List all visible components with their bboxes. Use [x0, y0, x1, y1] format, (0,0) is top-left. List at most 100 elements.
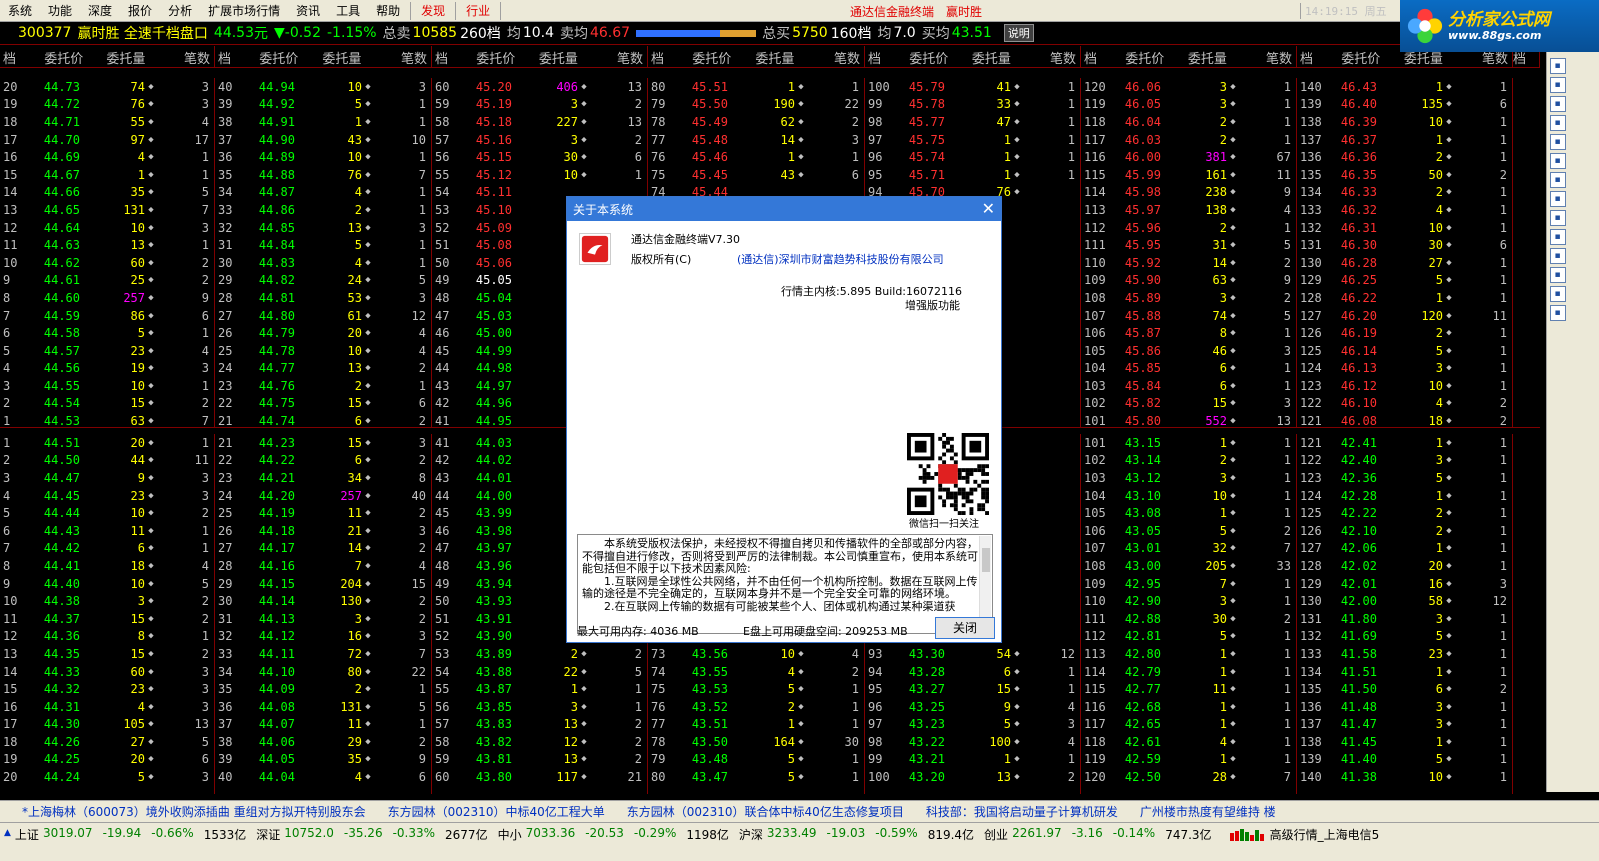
order-count: 7: [201, 202, 209, 217]
level: 139: [1300, 752, 1322, 767]
ticker-news-item[interactable]: *上海梅林（600073）境外收购添插曲 重组对方拟开特别股东会: [22, 803, 366, 820]
depth-marker: ◆: [365, 363, 371, 374]
menu-red-item-1[interactable]: 行业: [458, 2, 498, 19]
order-row: 25 44.19 11 ◆ 2: [215, 504, 431, 522]
toolbar-icon[interactable]: ▪: [1549, 210, 1566, 226]
level: 48: [435, 290, 450, 305]
toolbar-icon[interactable]: ▪: [1549, 267, 1566, 283]
depth-marker: ◆: [1230, 169, 1236, 180]
price: 44.20: [258, 488, 295, 503]
index-item[interactable]: 创业 2261.97 -3.16 -0.14% 747.3亿: [984, 826, 1216, 843]
order-row: 80 43.47 5 ◆ 1: [648, 768, 864, 786]
price: 44.40: [43, 576, 80, 591]
order-row: 39 44.05 35 ◆ 9: [215, 751, 431, 769]
price: 45.92: [1124, 255, 1161, 270]
license-textbox[interactable]: 本系统受版权法保护，未经授权不得擅自拷贝和传播软件的全部或部分内容，不得擅自进行…: [577, 534, 993, 634]
level: 95: [868, 167, 883, 182]
toolbar-icon[interactable]: ▪: [1549, 172, 1566, 188]
index-pct: -0.66%: [151, 826, 194, 840]
order-row: 34 44.10 80 ◆ 22: [215, 663, 431, 681]
price: 45.19: [475, 97, 512, 112]
order-row: 36 44.08 131 ◆ 5: [215, 698, 431, 716]
menu-item-7[interactable]: 工具: [328, 2, 368, 19]
level: 133: [1300, 202, 1322, 217]
order-row: 97 45.75 1 ◆ 1: [865, 131, 1080, 149]
menu-item-4[interactable]: 分析: [160, 2, 200, 19]
level: 105: [1084, 343, 1106, 358]
quantity: 10: [130, 506, 145, 521]
depth-marker: ◆: [148, 222, 154, 233]
order-count: 4: [1067, 734, 1075, 749]
depth-marker: ◆: [798, 666, 804, 677]
toolbar-icon[interactable]: ▪: [1549, 58, 1566, 74]
order-count: 12: [1492, 594, 1507, 609]
menu-red-item-0[interactable]: 发现: [413, 2, 453, 19]
scrollbar-thumb[interactable]: [982, 548, 990, 572]
quantity: 72: [347, 646, 362, 661]
price: 45.49: [691, 114, 728, 129]
disk-info: E盘上可用硬盘空间: 209253 MB: [743, 625, 908, 638]
toolbar-icon[interactable]: ▪: [1549, 115, 1566, 131]
menu-item-1[interactable]: 功能: [40, 2, 80, 19]
explain-button[interactable]: 说明: [1003, 24, 1034, 42]
ticker-news-item[interactable]: 科技部：我国将启动量子计算机研发: [926, 803, 1118, 820]
price: 43.53: [691, 682, 728, 697]
toolbar-icon[interactable]: ▪: [1549, 96, 1566, 112]
quantity: 1: [1003, 167, 1011, 182]
up-arrow-icon[interactable]: ▲: [4, 828, 11, 843]
order-count: 4: [418, 558, 426, 573]
close-icon[interactable]: ✕: [982, 201, 995, 217]
menu-item-0[interactable]: 系统: [0, 2, 40, 19]
menu-item-8[interactable]: 帮助: [368, 2, 408, 19]
order-count: 3: [418, 629, 426, 644]
toolbar-icon[interactable]: ▪: [1549, 229, 1566, 245]
depth-marker: ◆: [1230, 455, 1236, 466]
order-count: 1: [851, 699, 859, 714]
level: 109: [1084, 273, 1106, 288]
server-status[interactable]: 高级行情_上海电信5: [1270, 826, 1380, 843]
order-row: 25 44.78 10 ◆ 4: [215, 342, 431, 360]
ticker-news-item[interactable]: 广州楼市热度有望维持 楼: [1140, 803, 1276, 820]
toolbar-icon[interactable]: ▪: [1549, 248, 1566, 264]
level: 20: [3, 79, 18, 94]
depth-marker: ◆: [1014, 719, 1020, 730]
order-count: 1: [634, 699, 642, 714]
order-row: 7 44.59 86 ◆ 6: [0, 307, 214, 325]
order-row: 11 44.37 15 ◆ 2: [0, 610, 214, 628]
toolbar-icon[interactable]: ▪: [1549, 305, 1566, 321]
menu-item-3[interactable]: 报价: [120, 2, 160, 19]
breadth-bar: [1249, 834, 1254, 841]
price: 45.46: [691, 150, 728, 165]
header-qty: 委托量: [538, 51, 578, 67]
level: 47: [435, 308, 450, 323]
toolbar-icon[interactable]: ▪: [1549, 134, 1566, 150]
order-count: 4: [1283, 202, 1291, 217]
level: 100: [868, 770, 890, 785]
index-item[interactable]: 上证 3019.07 -19.94 -0.66% 1533亿: [15, 826, 250, 843]
ticker-news-item[interactable]: 东方园林（002310）联合体中标40亿生态修复项目: [627, 803, 904, 820]
price: 44.07: [258, 717, 295, 732]
index-item[interactable]: 沪深 3233.49 -19.03 -0.59% 819.4亿: [739, 826, 978, 843]
depth-marker: ◆: [581, 116, 587, 127]
menu-item-2[interactable]: 深度: [80, 2, 120, 19]
toolbar-icon[interactable]: ▪: [1549, 77, 1566, 93]
toolbar-icon[interactable]: ▪: [1549, 191, 1566, 207]
order-count: 1: [1499, 488, 1507, 503]
price: 44.01: [475, 470, 512, 485]
menu-item-5[interactable]: 扩展市场行情: [200, 2, 288, 19]
ticker-news-item[interactable]: 东方园林（002310）中标40亿工程大单: [388, 803, 605, 820]
depth-marker: ◆: [1446, 204, 1452, 215]
company-link[interactable]: (通达信)深圳市财富趋势科技股份有限公司: [737, 251, 944, 267]
close-button[interactable]: 关闭: [935, 617, 995, 639]
menu-item-6[interactable]: 资讯: [288, 2, 328, 19]
depth-marker: ◆: [148, 345, 154, 356]
price: 43.15: [1124, 435, 1161, 450]
quantity: 5: [1435, 343, 1443, 358]
toolbar-icon[interactable]: ▪: [1549, 286, 1566, 302]
index-item[interactable]: 深证 10752.0 -35.26 -0.33% 2677亿: [256, 826, 491, 843]
level: 129: [1300, 273, 1322, 288]
index-item[interactable]: 中小 7033.36 -20.53 -0.29% 1198亿: [498, 826, 733, 843]
toolbar-icon[interactable]: ▪: [1549, 153, 1566, 169]
level: 60: [435, 770, 450, 785]
order-row: 122 42.40 3 ◆ 1: [1297, 452, 1512, 470]
